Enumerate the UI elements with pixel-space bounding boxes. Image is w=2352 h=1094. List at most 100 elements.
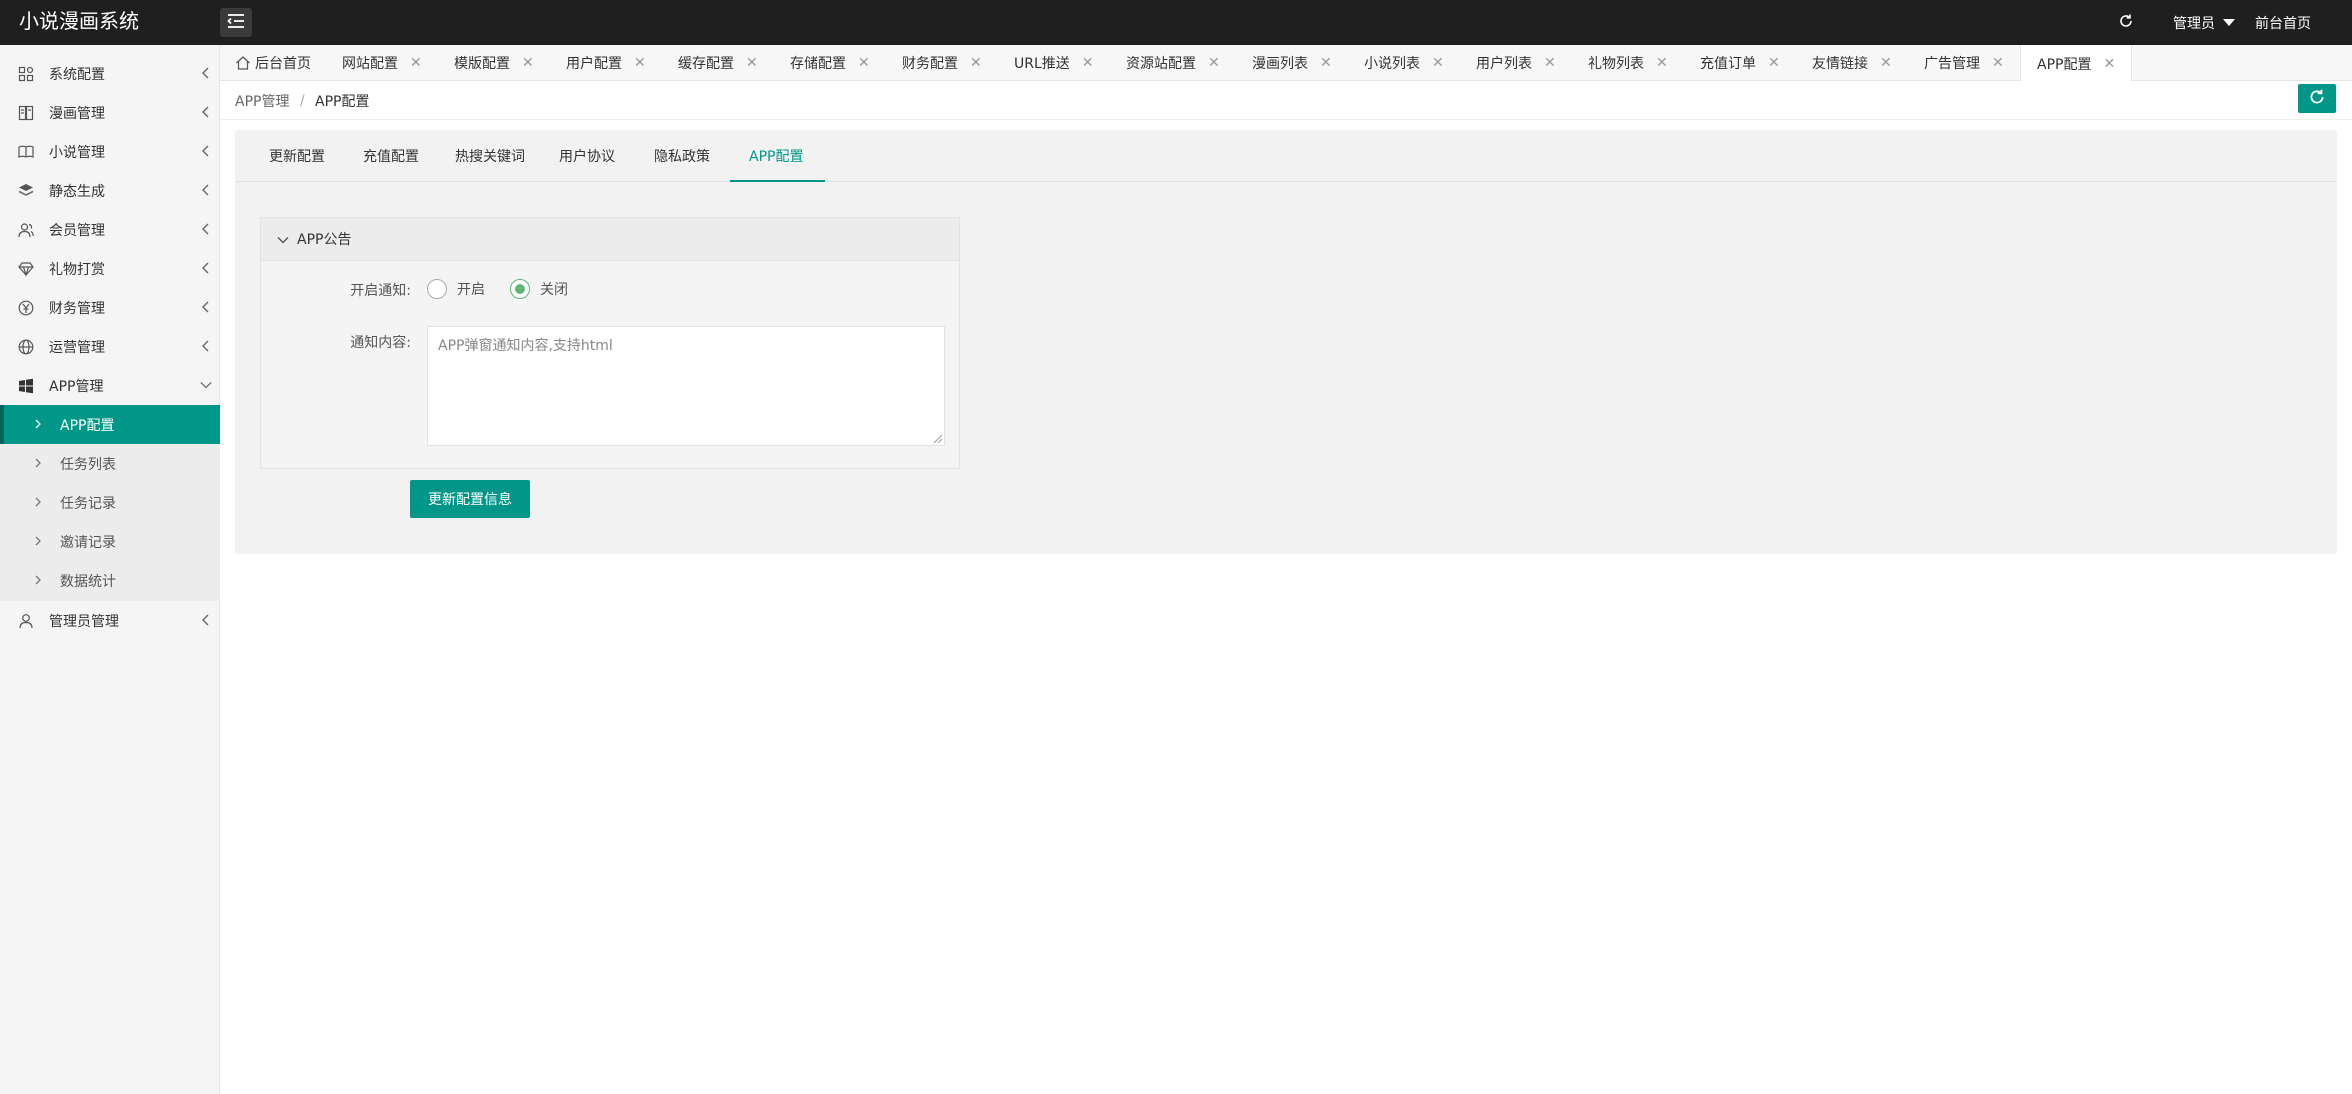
sidebar-item-comic[interactable]: 漫画管理 bbox=[0, 93, 220, 132]
page-tabs: 后台首页 网站配置 ✕ 模版配置 ✕ 用户配置 ✕ 缓存配置 ✕ 存储配置 ✕ 财务配置 ✕… bbox=[220, 45, 2352, 82]
chevron-down-icon bbox=[277, 234, 289, 246]
tab-app-config[interactable]: APP配置 ✕ bbox=[2020, 45, 2133, 82]
sidebar-item-label: 静态生成 bbox=[49, 183, 105, 200]
chevron-left-icon bbox=[200, 301, 212, 313]
tab-finance-config[interactable]: 财务配置 ✕ bbox=[902, 45, 982, 81]
sidebar-item-app[interactable]: APP管理 bbox=[0, 366, 220, 405]
tab-cache-config[interactable]: 缓存配置 ✕ bbox=[678, 45, 758, 81]
tab-label: 用户配置 bbox=[566, 56, 622, 72]
close-icon[interactable]: ✕ bbox=[1544, 56, 1556, 70]
close-icon[interactable]: ✕ bbox=[858, 56, 870, 70]
sidebar-item-gift[interactable]: 礼物打赏 bbox=[0, 249, 220, 288]
sidebar-subitem-app-config[interactable]: APP配置 bbox=[0, 405, 220, 444]
tab-novel-list[interactable]: 小说列表 ✕ bbox=[1364, 45, 1444, 81]
config-tabs: 更新配置 充值配置 热搜关键词 用户协议 隐私政策 APP配置 bbox=[235, 130, 2337, 182]
tab-update-config[interactable]: 更新配置 bbox=[269, 130, 325, 182]
sidebar-item-admin[interactable]: 管理员管理 bbox=[0, 601, 220, 640]
sidebar-item-novel[interactable]: 小说管理 bbox=[0, 132, 220, 171]
tab-label: 存储配置 bbox=[790, 56, 846, 72]
radio-label: 开启 bbox=[457, 282, 485, 298]
tab-dashboard[interactable]: 后台首页 bbox=[235, 45, 311, 81]
tab-friend-links[interactable]: 友情链接 ✕ bbox=[1812, 45, 1892, 81]
close-icon[interactable]: ✕ bbox=[970, 56, 982, 70]
diamond-icon bbox=[18, 261, 34, 277]
menu-fold-icon bbox=[227, 13, 245, 33]
notice-content-textarea[interactable] bbox=[427, 326, 945, 446]
tab-resource-site-config[interactable]: 资源站配置 ✕ bbox=[1126, 45, 1220, 81]
close-icon[interactable]: ✕ bbox=[1992, 56, 2004, 70]
tab-template-config[interactable]: 模版配置 ✕ bbox=[454, 45, 534, 81]
tab-label: 用户列表 bbox=[1476, 56, 1532, 72]
globe-icon bbox=[18, 339, 34, 355]
tab-recharge-config[interactable]: 充值配置 bbox=[363, 130, 419, 182]
tab-storage-config[interactable]: 存储配置 ✕ bbox=[790, 45, 870, 81]
admin-user-menu[interactable]: 管理员 bbox=[2173, 0, 2235, 45]
chevron-left-icon bbox=[200, 106, 212, 118]
radio-checked-icon bbox=[510, 279, 530, 299]
notify-label: 开启通知: bbox=[350, 283, 411, 299]
app-notice-section: APP公告 开启通知: 开启 关闭 通知内容: bbox=[260, 217, 960, 469]
close-icon[interactable]: ✕ bbox=[410, 56, 422, 70]
sidebar-item-label: 运营管理 bbox=[49, 339, 105, 356]
sidebar-item-finance[interactable]: 财务管理 bbox=[0, 288, 220, 327]
sidebar: 系统配置 漫画管理 小说管理 静态生成 会员管理 礼物打赏 财务管理 运营管理 bbox=[0, 45, 220, 1094]
tab-user-config[interactable]: 用户配置 ✕ bbox=[566, 45, 646, 81]
tab-hot-keywords[interactable]: 热搜关键词 bbox=[455, 130, 525, 182]
chevron-left-icon bbox=[200, 67, 212, 79]
sidebar-subitem-invite-record[interactable]: 邀请记录 bbox=[0, 522, 220, 561]
sidebar-subitem-statistics[interactable]: 数据统计 bbox=[0, 561, 220, 600]
close-icon[interactable]: ✕ bbox=[1656, 56, 1668, 70]
admin-label: 管理员 bbox=[2173, 15, 2215, 32]
notify-off-radio[interactable]: 关闭 bbox=[510, 279, 568, 299]
update-config-button[interactable]: 更新配置信息 bbox=[410, 480, 530, 518]
chevron-left-icon bbox=[200, 262, 212, 274]
close-icon[interactable]: ✕ bbox=[522, 56, 534, 70]
sidebar-subitem-task-record[interactable]: 任务记录 bbox=[0, 483, 220, 522]
close-icon[interactable]: ✕ bbox=[1320, 56, 1332, 70]
close-icon[interactable]: ✕ bbox=[746, 56, 758, 70]
tab-site-config[interactable]: 网站配置 ✕ bbox=[342, 45, 422, 81]
breadcrumb-parent[interactable]: APP管理 bbox=[235, 81, 289, 120]
reload-page-button[interactable] bbox=[2114, 0, 2138, 45]
close-icon[interactable]: ✕ bbox=[1768, 56, 1780, 70]
tab-label: 友情链接 bbox=[1812, 56, 1868, 72]
tab-label: 礼物列表 bbox=[1588, 56, 1644, 72]
tab-user-list[interactable]: 用户列表 ✕ bbox=[1476, 45, 1556, 81]
sidebar-item-label: APP管理 bbox=[49, 378, 104, 395]
close-icon[interactable]: ✕ bbox=[1082, 56, 1094, 70]
breadcrumb-separator: / bbox=[300, 92, 305, 109]
top-bar: 小说漫画系统 管理员 前台首页 bbox=[0, 0, 2352, 45]
front-home-link[interactable]: 前台首页 bbox=[2255, 0, 2311, 45]
close-icon[interactable]: ✕ bbox=[1208, 56, 1220, 70]
sidebar-item-member[interactable]: 会员管理 bbox=[0, 210, 220, 249]
notify-on-radio[interactable]: 开启 bbox=[427, 279, 485, 299]
tab-user-agreement[interactable]: 用户协议 bbox=[559, 130, 615, 182]
close-icon[interactable]: ✕ bbox=[634, 56, 646, 70]
chevron-left-icon bbox=[200, 614, 212, 626]
caret-down-icon bbox=[2223, 19, 2235, 26]
tab-ad-management[interactable]: 广告管理 ✕ bbox=[1924, 45, 2004, 81]
sidebar-subitem-task-list[interactable]: 任务列表 bbox=[0, 444, 220, 483]
breadcrumb-current: APP配置 bbox=[315, 93, 370, 110]
tab-privacy-policy[interactable]: 隐私政策 bbox=[654, 130, 710, 182]
app-notice-header[interactable]: APP公告 bbox=[261, 218, 959, 261]
tab-label: 后台首页 bbox=[255, 56, 311, 72]
tab-app-config-inner[interactable]: APP配置 bbox=[749, 130, 803, 182]
sidebar-item-static[interactable]: 静态生成 bbox=[0, 171, 220, 210]
close-icon[interactable]: ✕ bbox=[1880, 56, 1892, 70]
tab-url-push[interactable]: URL推送 ✕ bbox=[1014, 45, 1094, 81]
windows-icon bbox=[18, 378, 34, 394]
sidebar-toggle-button[interactable] bbox=[220, 8, 252, 37]
tab-gift-list[interactable]: 礼物列表 ✕ bbox=[1588, 45, 1668, 81]
content-panel: 更新配置 充值配置 热搜关键词 用户协议 隐私政策 APP配置 APP公告 开启… bbox=[235, 130, 2337, 554]
tab-recharge-orders[interactable]: 充值订单 ✕ bbox=[1700, 45, 1780, 81]
resize-grip-icon[interactable] bbox=[931, 432, 943, 444]
tab-label: APP配置 bbox=[2037, 56, 2092, 73]
sidebar-item-operation[interactable]: 运营管理 bbox=[0, 327, 220, 366]
tab-comic-list[interactable]: 漫画列表 ✕ bbox=[1252, 45, 1332, 81]
close-icon[interactable]: ✕ bbox=[1432, 56, 1444, 70]
refresh-content-button[interactable] bbox=[2298, 84, 2336, 113]
close-icon[interactable]: ✕ bbox=[2103, 57, 2115, 71]
sidebar-item-system-config[interactable]: 系统配置 bbox=[0, 54, 220, 93]
home-icon bbox=[235, 55, 251, 71]
